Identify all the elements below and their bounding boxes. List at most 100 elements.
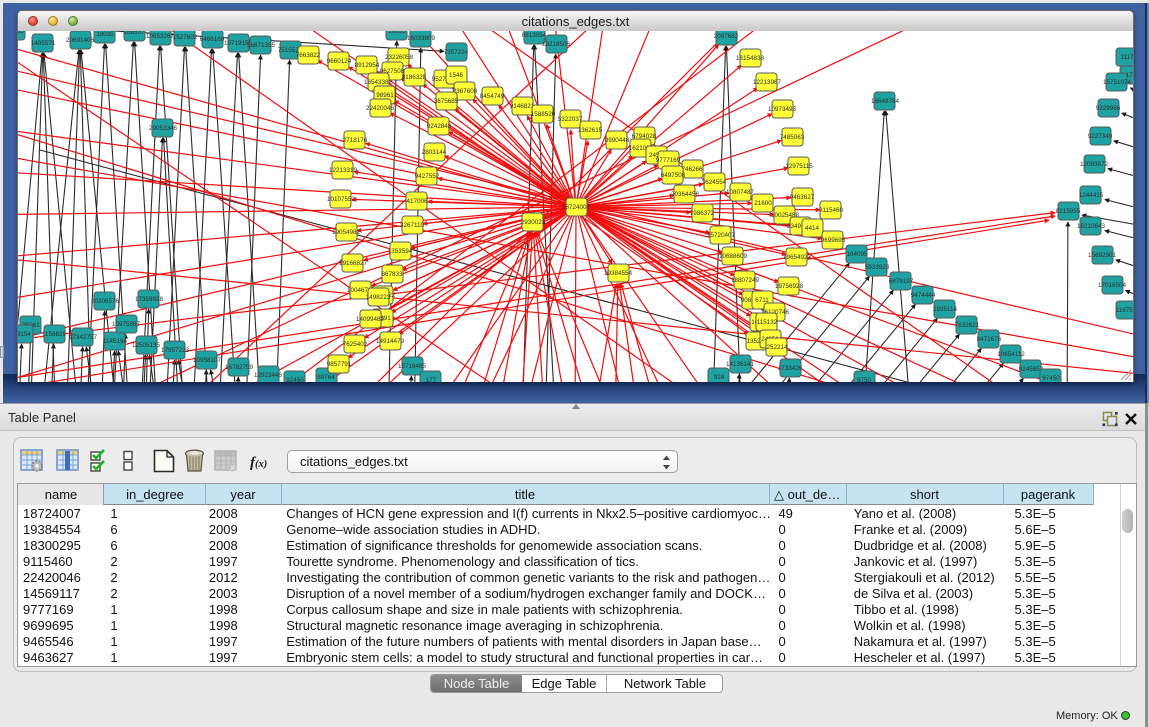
svg-text:39154: 39154 (18, 331, 31, 338)
svg-text:19654923: 19654923 (783, 254, 812, 261)
svg-text:6879197: 6879197 (889, 278, 914, 285)
svg-text:7357224: 7357224 (444, 49, 469, 56)
svg-text:12923446: 12923446 (254, 372, 283, 379)
svg-text:9857791: 9857791 (327, 361, 352, 368)
svg-text:10807487: 10807487 (726, 189, 755, 196)
svg-text:1546: 1546 (449, 72, 464, 79)
svg-text:f(x): f(x) (250, 455, 267, 471)
svg-text:10688609: 10688609 (719, 253, 748, 260)
svg-text:97450: 97450 (1042, 375, 1060, 382)
svg-text:19218506: 19218506 (542, 41, 571, 48)
svg-text:10653267: 10653267 (146, 33, 175, 40)
svg-text:22420046: 22420046 (366, 105, 395, 112)
svg-text:12093872: 12093872 (1080, 161, 1109, 168)
svg-text:18807249: 18807249 (731, 277, 760, 284)
svg-text:2803144: 2803144 (422, 149, 447, 156)
svg-text:1527602: 1527602 (173, 34, 198, 41)
svg-text:19035: 19035 (96, 31, 114, 38)
svg-text:8813054: 8813054 (522, 32, 547, 39)
svg-text:12213319: 12213319 (329, 167, 358, 174)
svg-text:17957223: 17957223 (161, 347, 190, 354)
svg-text:19756928: 19756928 (775, 283, 804, 290)
svg-text:20533: 20533 (18, 31, 24, 35)
svg-text:177: 177 (426, 377, 437, 382)
svg-text:8990448: 8990448 (605, 137, 630, 144)
svg-text:5322037: 5322037 (558, 116, 583, 123)
svg-text:6497508: 6497508 (661, 172, 686, 179)
svg-text:12505135: 12505135 (132, 342, 161, 349)
svg-text:9146821: 9146821 (510, 103, 535, 110)
svg-text:15692901: 15692901 (1088, 252, 1117, 259)
svg-text:2087682: 2087682 (714, 33, 739, 40)
svg-text:16154838: 16154838 (736, 55, 765, 62)
svg-text:1156829: 1156829 (42, 331, 67, 338)
svg-text:1353594: 1353594 (388, 248, 413, 255)
svg-text:17016504: 17016504 (1098, 282, 1127, 289)
svg-text:10958107: 10958107 (193, 357, 222, 364)
svg-text:19166827: 19166827 (339, 260, 368, 267)
svg-text:1362615: 1362615 (578, 127, 603, 134)
svg-text:7625402: 7625402 (343, 341, 368, 348)
svg-text:9242848: 9242848 (427, 123, 452, 130)
svg-text:9329966: 9329966 (1096, 105, 1121, 112)
svg-text:14914479: 14914479 (376, 338, 405, 345)
svg-text:16782759: 16782759 (225, 364, 254, 371)
svg-text:6466160: 6466160 (200, 36, 225, 43)
svg-text:8454749: 8454749 (480, 93, 505, 100)
svg-text:3875685: 3875685 (434, 98, 459, 105)
svg-text:20364456: 20364456 (671, 191, 700, 198)
svg-text:92450: 92450 (286, 377, 304, 382)
svg-text:2718176: 2718176 (343, 137, 368, 144)
svg-text:12975115: 12975115 (785, 163, 813, 170)
svg-text:1588520: 1588520 (531, 111, 556, 118)
svg-text:7485063: 7485063 (780, 134, 805, 141)
svg-text:9115460: 9115460 (819, 207, 844, 214)
svg-text:2930021: 2930021 (521, 219, 546, 226)
svg-text:7986372: 7986372 (690, 210, 715, 217)
svg-text:2935114: 2935114 (933, 306, 958, 313)
svg-text:7632621: 7632621 (955, 322, 980, 329)
svg-text:8912954: 8912954 (355, 62, 380, 69)
svg-text:15716485: 15716485 (398, 363, 427, 370)
svg-text:18724007: 18724007 (562, 204, 591, 211)
svg-text:9660124: 9660124 (327, 58, 352, 65)
svg-text:23226058: 23226058 (385, 54, 414, 61)
svg-text:115132: 115132 (757, 319, 778, 326)
svg-text:9474444: 9474444 (911, 292, 936, 299)
svg-text:9427552: 9427552 (415, 173, 440, 180)
svg-text:14136141: 14136141 (726, 361, 755, 368)
svg-text:89764: 89764 (317, 374, 335, 381)
svg-text:9777169: 9777169 (656, 157, 681, 164)
svg-text:10975867: 10975867 (112, 321, 141, 328)
svg-text:5933923: 5933923 (865, 264, 890, 271)
svg-text:16033809: 16033809 (407, 35, 436, 42)
svg-text:12213967: 12213967 (753, 79, 782, 86)
svg-text:164095: 164095 (846, 251, 868, 258)
svg-text:9750: 9750 (857, 377, 872, 382)
svg-text:116753: 116753 (1116, 307, 1133, 314)
svg-text:7663822: 7663822 (296, 52, 321, 59)
svg-text:19384554: 19384554 (604, 270, 633, 277)
svg-text:8215955: 8215955 (1056, 208, 1081, 215)
svg-text:8471676: 8471676 (977, 336, 1002, 343)
svg-text:21600: 21600 (754, 200, 772, 207)
svg-text:98961: 98961 (376, 92, 394, 99)
svg-text:924: 924 (714, 374, 725, 381)
svg-text:29053346: 29053346 (149, 125, 178, 132)
svg-text:1244415: 1244415 (1079, 192, 1104, 199)
svg-text:168537: 168537 (123, 31, 145, 36)
svg-text:867833: 867833 (381, 271, 403, 278)
svg-text:1733426: 1733426 (778, 365, 803, 372)
svg-text:10654112: 10654112 (997, 351, 1025, 358)
svg-text:14099489: 14099489 (356, 316, 385, 323)
svg-text:9699695: 9699695 (821, 237, 846, 244)
svg-text:3267110: 3267110 (400, 222, 425, 229)
svg-text:9227349: 9227349 (1088, 133, 1113, 140)
svg-text:8186328: 8186328 (402, 74, 427, 81)
svg-text:16543382: 16543382 (364, 79, 393, 86)
svg-text:1145194: 1145194 (103, 338, 128, 345)
svg-text:16033: 16033 (388, 31, 406, 35)
svg-text:17342757: 17342757 (69, 334, 98, 341)
svg-text:15751074: 15751074 (1103, 79, 1132, 86)
svg-text:19054982: 19054982 (332, 229, 361, 236)
